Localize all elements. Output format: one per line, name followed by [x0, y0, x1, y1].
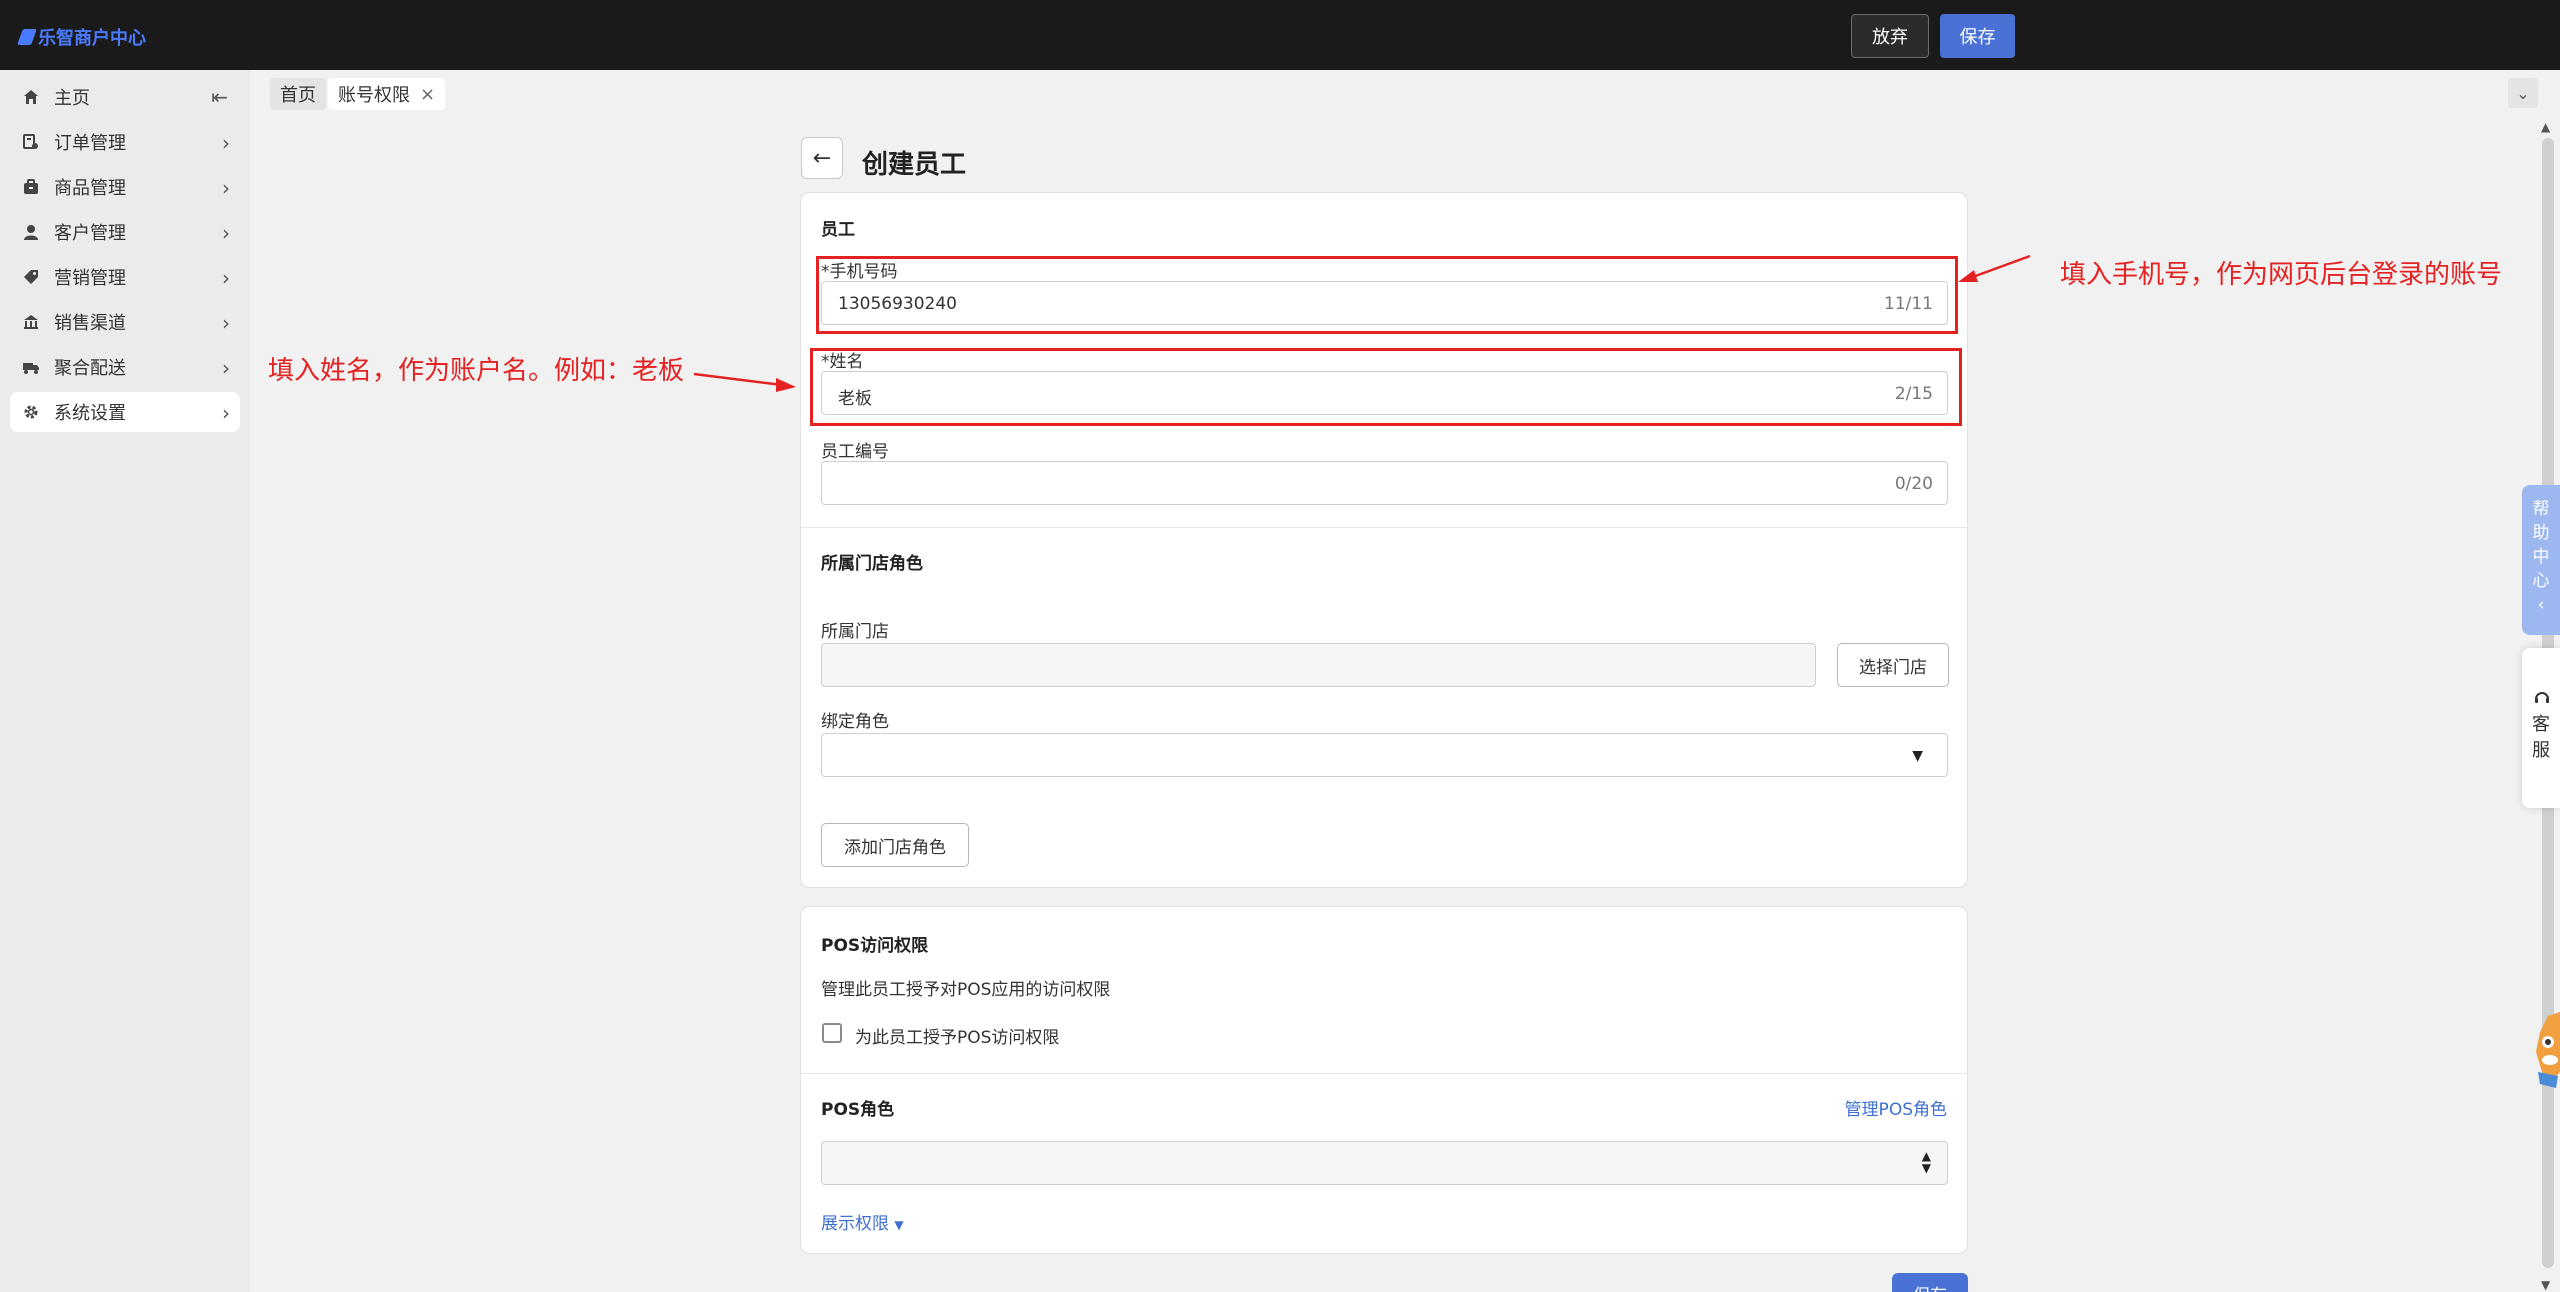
- annotation-arrow-name: [693, 372, 796, 392]
- delivery-icon: [22, 358, 40, 376]
- pos-access-checkbox-label[interactable]: 为此员工授予POS访问权限: [855, 1023, 1059, 1048]
- divider: [801, 1073, 1969, 1074]
- annotation-name-note: 填入姓名，作为账户名。例如：老板: [268, 356, 685, 386]
- show-permissions-link[interactable]: 展示权限 ▼: [821, 1209, 904, 1234]
- annotation-box-phone: [816, 256, 1958, 334]
- annotation-arrow-phone: [1958, 254, 2031, 282]
- mascot-icon[interactable]: [2528, 1012, 2560, 1100]
- store-input[interactable]: [821, 643, 1816, 687]
- tab-home[interactable]: 首页: [270, 78, 326, 110]
- customer-icon: [22, 223, 40, 241]
- manage-pos-roles-link[interactable]: 管理POS角色: [1845, 1095, 1947, 1120]
- scroll-down-icon[interactable]: ▼: [2541, 1278, 2550, 1292]
- home-icon: [22, 88, 40, 106]
- help-center-char: 中: [2532, 547, 2550, 567]
- tabs-dropdown-button[interactable]: ⌄: [2508, 78, 2538, 108]
- employee-number-label: 员工编号: [821, 442, 889, 462]
- section-title-store-role: 所属门店角色: [821, 554, 923, 574]
- employee-number-input[interactable]: 0/20: [821, 461, 1948, 505]
- save-button[interactable]: 保存: [1940, 14, 2015, 58]
- headset-icon: [2534, 688, 2550, 714]
- annotation-box-name: [810, 348, 1962, 426]
- sidebar-item-orders[interactable]: 订单管理 ›: [10, 122, 240, 162]
- brand-logo[interactable]: 乐智商户中心: [17, 24, 146, 50]
- customer-service-tab[interactable]: 客 服: [2522, 648, 2560, 808]
- customer-service-char: 服: [2532, 740, 2550, 761]
- store-label: 所属门店: [821, 622, 889, 642]
- updown-icon: ▲ ▼: [1921, 1149, 1931, 1175]
- section-title-pos-role: POS角色: [821, 1100, 895, 1120]
- pos-access-checkbox[interactable]: [822, 1023, 842, 1043]
- discard-button[interactable]: 放弃: [1851, 14, 1929, 58]
- chevron-right-icon: ›: [222, 401, 230, 425]
- sidebar-item-customers[interactable]: 客户管理 ›: [10, 212, 240, 252]
- tab-account-permissions[interactable]: 账号权限 ×: [328, 78, 446, 110]
- collapse-sidebar-icon[interactable]: ⇤: [211, 85, 228, 109]
- logo-icon: [17, 29, 37, 45]
- goods-icon: [22, 178, 40, 196]
- sidebar-item-label: 聚合配送: [54, 358, 126, 379]
- tag-icon: [22, 268, 40, 286]
- select-store-button[interactable]: 选择门店: [1837, 643, 1949, 687]
- sidebar-item-label: 商品管理: [54, 178, 126, 199]
- employee-number-char-count: 0/20: [1894, 474, 1933, 494]
- help-center-char: 心: [2532, 571, 2550, 591]
- sidebar-item-marketing[interactable]: 营销管理 ›: [10, 257, 240, 297]
- page-title: 创建员工: [862, 150, 967, 180]
- sidebar-item-sales-channels[interactable]: 销售渠道 ›: [10, 302, 240, 342]
- chevron-right-icon: ›: [222, 356, 230, 380]
- pos-access-description: 管理此员工授予对POS应用的访问权限: [821, 980, 1111, 1000]
- section-title-employee: 员工: [821, 220, 855, 240]
- sidebar-item-system-settings[interactable]: 系统设置 ›: [10, 392, 240, 432]
- chevron-right-icon: ›: [222, 311, 230, 335]
- role-label: 绑定角色: [821, 712, 889, 732]
- sidebar-item-label: 销售渠道: [54, 313, 126, 334]
- help-center-tab[interactable]: 帮 助 中 心 ‹: [2522, 485, 2560, 635]
- chevron-right-icon: ›: [222, 131, 230, 155]
- help-center-char: 帮: [2532, 499, 2550, 519]
- top-bar: 乐智商户中心 放弃 保存: [0, 0, 2560, 70]
- bottom-save-button[interactable]: 保存: [1892, 1273, 1968, 1292]
- customer-service-char: 客: [2532, 714, 2550, 735]
- annotation-phone-note: 填入手机号，作为网页后台登录的账号: [2060, 260, 2503, 290]
- arrow-left-icon: ←: [812, 145, 832, 171]
- tab-label: 账号权限: [338, 85, 410, 106]
- sidebar-item-label: 营销管理: [54, 268, 126, 289]
- tab-label: 首页: [280, 85, 316, 106]
- sidebar-item-label: 主页: [54, 88, 90, 109]
- sidebar-item-label: 订单管理: [54, 133, 126, 154]
- chevron-right-icon: ›: [222, 176, 230, 200]
- sidebar-item-home[interactable]: 主页 ⇤: [10, 77, 240, 117]
- section-title-pos-access: POS访问权限: [821, 936, 929, 956]
- sidebar-item-label: 客户管理: [54, 223, 126, 244]
- sidebar-item-label: 系统设置: [54, 403, 126, 424]
- close-icon[interactable]: ×: [420, 84, 435, 105]
- store-icon: [22, 313, 40, 331]
- help-center-char: 助: [2532, 523, 2550, 543]
- role-select[interactable]: ▼: [821, 733, 1948, 777]
- sidebar-item-delivery[interactable]: 聚合配送 ›: [10, 347, 240, 387]
- scroll-up-icon[interactable]: ▲: [2541, 120, 2550, 134]
- chevron-left-icon: ‹: [2537, 595, 2545, 615]
- pos-role-select[interactable]: ▲ ▼: [821, 1141, 1948, 1185]
- chevron-right-icon: ›: [222, 221, 230, 245]
- chevron-down-icon: ⌄: [2516, 83, 2530, 103]
- chevron-right-icon: ›: [222, 266, 230, 290]
- brand-name: 乐智商户中心: [38, 28, 146, 49]
- back-button[interactable]: ←: [801, 137, 843, 179]
- sidebar: 主页 ⇤ 订单管理 › 商品管理 › 客户管理 › 营销管理 › 销售渠道 ›: [0, 70, 250, 1292]
- divider: [801, 527, 1969, 528]
- caret-down-icon: ▼: [894, 1218, 904, 1232]
- caret-down-icon: ▼: [1912, 748, 1923, 764]
- pos-card: POS访问权限 管理此员工授予对POS应用的访问权限 为此员工授予POS访问权限…: [800, 906, 1969, 1254]
- show-permissions-label: 展示权限: [821, 1214, 889, 1234]
- gear-icon: [22, 403, 40, 421]
- order-icon: [22, 133, 40, 151]
- add-store-role-button[interactable]: 添加门店角色: [821, 823, 969, 867]
- sidebar-item-goods[interactable]: 商品管理 ›: [10, 167, 240, 207]
